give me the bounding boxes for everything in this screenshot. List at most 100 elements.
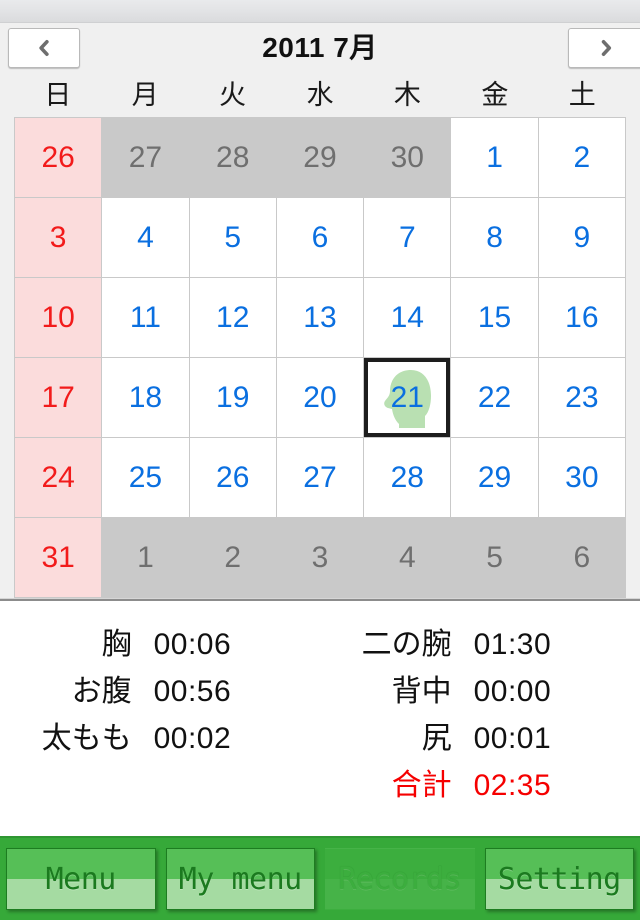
calendar-day-cell[interactable]: 29 <box>276 118 364 197</box>
calendar-day-number: 9 <box>573 220 591 254</box>
calendar-day-cell[interactable]: 29 <box>451 438 538 517</box>
stat-row: 二の腕 01:30 <box>320 619 640 666</box>
calendar-day-selected[interactable]: 21 <box>364 358 451 437</box>
calendar-day-cell[interactable]: 12 <box>189 278 276 357</box>
calendar-day-number: 2 <box>224 540 242 574</box>
calendar-day-number: 4 <box>137 220 154 254</box>
calendar-day-cell[interactable]: 23 <box>538 358 625 437</box>
calendar-day-number: 4 <box>398 540 416 574</box>
calendar-day-cell[interactable]: 22 <box>451 358 538 437</box>
calendar-day-cell[interactable]: 11 <box>102 278 189 357</box>
calendar-day-number: 8 <box>486 220 503 254</box>
calendar-day-number: 27 <box>303 460 337 494</box>
stat-value: 00:02 <box>153 722 232 755</box>
calendar-day-cell[interactable]: 13 <box>276 278 364 357</box>
weekday-header-cell: 月 <box>131 80 159 110</box>
calendar-day-number: 25 <box>128 460 163 494</box>
calendar-day-cell[interactable]: 10 <box>15 278 102 357</box>
calendar-day-cell[interactable]: 6 <box>276 198 364 277</box>
stat-row: 背中 00:00 <box>320 666 640 713</box>
calendar-day-cell[interactable]: 9 <box>538 198 625 277</box>
calendar-day-cell[interactable]: 25 <box>102 438 189 517</box>
calendar-day-cell[interactable]: 4 <box>364 518 451 597</box>
stat-label: 二の腕 <box>361 628 452 661</box>
calendar-day-cell[interactable]: 27 <box>102 118 189 197</box>
app-root: 2011 7月 日月火水木金土 26 27 28 29 30 1 2 3 4 5 6 7 8 9 10 11 1… <box>0 0 640 920</box>
calendar-day-cell[interactable]: 3 <box>15 198 102 277</box>
stat-label: お腹 <box>71 675 132 708</box>
stat-label: 合計 <box>391 769 452 802</box>
calendar-day-number: 28 <box>216 140 250 174</box>
calendar-day-cell[interactable]: 2 <box>189 518 276 597</box>
calendar-day-number: 11 <box>129 300 161 334</box>
calendar-day-number: 17 <box>41 380 75 414</box>
toolbar-tab-label: My menu <box>178 861 302 897</box>
calendar-day-cell[interactable]: 27 <box>276 438 364 517</box>
toolbar-tab-my-menu[interactable]: My menu <box>165 848 315 910</box>
toolbar-tab-menu[interactable]: Menu <box>6 848 156 910</box>
stat-label: 太もも <box>41 722 132 755</box>
stat-row: お腹 00:56 <box>0 666 320 713</box>
calendar-day-number: 30 <box>390 140 424 174</box>
calendar-day-cell[interactable]: 7 <box>364 198 451 277</box>
calendar-day-number: 22 <box>477 380 512 414</box>
stat-row-total: 合計 02:35 <box>320 760 640 807</box>
calendar-day-number: 18 <box>128 380 163 414</box>
calendar-day-number: 2 <box>573 140 591 174</box>
calendar-day-cell[interactable]: 6 <box>538 518 625 597</box>
calendar-day-cell[interactable]: 5 <box>189 198 276 277</box>
calendar-day-cell[interactable]: 15 <box>451 278 538 357</box>
calendar-day-cell[interactable]: 5 <box>451 518 538 597</box>
stat-value: 00:00 <box>473 675 552 708</box>
stat-row: 太もも 00:02 <box>0 713 320 760</box>
calendar-day-number: 29 <box>477 460 512 494</box>
calendar-day-cell[interactable]: 14 <box>364 278 451 357</box>
stats-panel: 胸 00:06 お腹 00:56 太もも 00:02 二の腕 01:30 背中 00:00 尻 00… <box>0 601 640 836</box>
calendar-day-cell[interactable]: 1 <box>451 118 538 197</box>
toolbar-tab-setting[interactable]: Setting <box>484 848 634 910</box>
calendar-day-cell[interactable]: 26 <box>189 438 276 517</box>
calendar-day-number: 3 <box>49 220 67 254</box>
calendar-day-number: 1 <box>486 140 503 174</box>
stat-value: 00:06 <box>153 628 232 661</box>
toolbar-tab-records[interactable]: Records <box>325 848 475 910</box>
calendar-day-number: 26 <box>41 140 75 174</box>
next-month-button[interactable] <box>568 28 640 68</box>
calendar-day-number: 3 <box>311 540 329 574</box>
toolbar-tab-label: Records <box>338 861 462 897</box>
stat-value: 00:56 <box>153 675 232 708</box>
stat-value: 01:30 <box>473 628 552 661</box>
calendar-day-cell[interactable]: 18 <box>102 358 189 437</box>
toolbar-tab-label: Menu <box>45 861 117 897</box>
calendar-day-number: 30 <box>565 460 599 494</box>
calendar-day-number: 28 <box>390 460 424 494</box>
page-title: 2011 7月 <box>262 32 378 63</box>
calendar-day-cell[interactable]: 2 <box>538 118 625 197</box>
calendar-day-cell[interactable]: 1 <box>102 518 189 597</box>
calendar-day-cell[interactable]: 16 <box>538 278 625 357</box>
calendar-day-cell[interactable]: 31 <box>15 518 102 597</box>
calendar-day-cell[interactable]: 30 <box>538 438 625 517</box>
calendar-day-number: 20 <box>303 380 337 414</box>
calendar-day-number: 23 <box>565 380 599 414</box>
calendar-day-cell[interactable]: 20 <box>276 358 364 437</box>
calendar-day-cell[interactable]: 8 <box>451 198 538 277</box>
weekday-header-row: 日月火水木金土 <box>0 73 640 117</box>
calendar-day-cell[interactable]: 19 <box>189 358 276 437</box>
calendar-day-number: 15 <box>477 300 512 334</box>
calendar-day-cell[interactable]: 24 <box>15 438 102 517</box>
calendar-day-number: 29 <box>303 140 337 174</box>
calendar-day-cell[interactable]: 17 <box>15 358 102 437</box>
navigation-bar: 2011 7月 <box>0 23 640 73</box>
calendar-day-cell[interactable]: 28 <box>364 438 451 517</box>
stat-label: 尻 <box>421 722 452 755</box>
calendar-day-cell[interactable]: 3 <box>276 518 364 597</box>
calendar-day-number: 12 <box>216 300 250 334</box>
calendar-day-number: 27 <box>128 140 163 174</box>
calendar-day-cell[interactable]: 4 <box>102 198 189 277</box>
calendar-day-cell[interactable]: 26 <box>15 118 102 197</box>
calendar-day-number: 5 <box>486 540 503 574</box>
calendar-day-number: 24 <box>41 460 75 494</box>
calendar-day-cell[interactable]: 28 <box>189 118 276 197</box>
calendar-day-cell[interactable]: 30 <box>364 118 451 197</box>
